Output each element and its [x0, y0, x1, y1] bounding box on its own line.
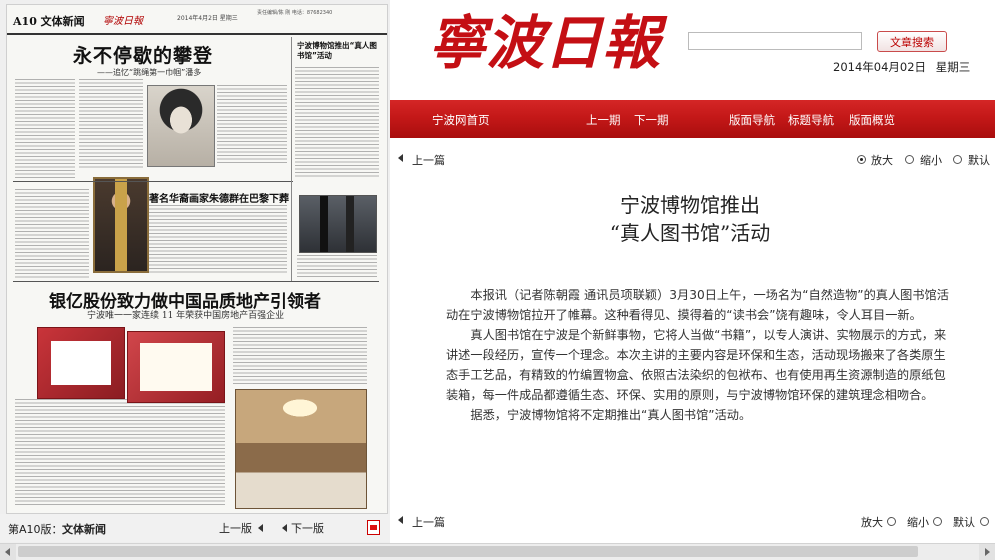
- scan-divider: [13, 281, 379, 282]
- scan-certificate-image: [37, 327, 125, 399]
- horizontal-scrollbar[interactable]: [0, 543, 995, 560]
- page-footer-bar: 第A10版： 文体新闻 上一版 下一版: [0, 514, 390, 542]
- article-title: 宁波博物馆推出 “真人图书馆”活动: [420, 191, 960, 247]
- zoom-in-label[interactable]: 放大: [861, 514, 883, 530]
- zoom-in-radio[interactable]: [857, 155, 866, 164]
- nav-prev-issue[interactable]: 上一期: [586, 112, 621, 128]
- scan-headline-painter[interactable]: 著名华裔画家朱德群在巴黎下葬: [149, 190, 289, 205]
- scan-text-block: [15, 79, 75, 179]
- article-toolbar-bottom: 上一篇 放大 缩小 默认: [390, 512, 995, 532]
- scan-text-block: [217, 85, 287, 165]
- scan-headline-main[interactable]: 永不停歇的攀登: [73, 41, 213, 68]
- scan-text-block: [79, 79, 143, 169]
- scan-mini-logo: 寧波日報: [103, 16, 143, 27]
- scan-section-label: A10 文体新闻: [13, 15, 85, 28]
- pdf-download-icon[interactable]: [367, 520, 380, 535]
- logo-text: 寧波日報: [428, 9, 668, 75]
- scroll-right-arrow-icon[interactable]: [979, 544, 995, 560]
- zoom-default-label[interactable]: 默认: [953, 514, 975, 530]
- article-paragraph: 本报讯（记者陈朝霞 通讯员项联颖）3月30日上午，一场名为“自然造物”的真人图书…: [446, 288, 949, 322]
- edition-name: 文体新闻: [62, 523, 106, 536]
- scan-divider: [13, 181, 293, 182]
- scroll-left-arrow-icon[interactable]: [0, 544, 16, 560]
- zoom-default-radio[interactable]: [953, 155, 962, 164]
- article-paragraph: 真人图书馆在宁波是个新鲜事物，它将人当做“书籍”，以专人演讲、实物展示的方式，来…: [446, 328, 947, 402]
- zoom-out-radio[interactable]: [905, 155, 914, 164]
- zoom-in-radio[interactable]: [887, 517, 896, 526]
- prev-article-arrow-icon[interactable]: [398, 516, 403, 524]
- article-title-line2: “真人图书馆”活动: [609, 221, 771, 245]
- issue-weekday: 星期三: [935, 60, 971, 74]
- newspaper-page-image[interactable]: A10 文体新闻 寧波日報 2014年4月2日 星期三 责任编辑/陈 刚 电话：…: [6, 4, 388, 514]
- prev-article-link[interactable]: 上一篇: [412, 152, 445, 168]
- issue-date: 2014年04月02日 星期三: [833, 59, 970, 75]
- next-page-arrow-icon[interactable]: [282, 524, 287, 532]
- scan-text-block: [295, 67, 379, 177]
- nav-title-navigation[interactable]: 标题导航: [788, 112, 834, 128]
- scan-dancers-photo: [299, 195, 377, 253]
- nav-next-issue[interactable]: 下一期: [634, 112, 669, 128]
- nav-home[interactable]: 宁波网首页: [432, 112, 490, 128]
- article-title-line1: 宁波博物馆推出: [620, 193, 760, 217]
- scan-certificate-image: [127, 331, 225, 403]
- prev-article-arrow-icon[interactable]: [398, 154, 403, 162]
- zoom-in-label[interactable]: 放大: [871, 152, 893, 168]
- scan-editor-line: 责任编辑/陈 刚 电话：87682340: [257, 10, 333, 16]
- scan-text-block: [15, 189, 89, 279]
- article-body: 本报讯（记者陈朝霞 通讯员项联颖）3月30日上午，一场名为“自然造物”的真人图书…: [446, 285, 950, 425]
- scan-date: 2014年4月2日 星期三: [177, 15, 238, 22]
- scan-text-block: [15, 399, 225, 507]
- zoom-out-label[interactable]: 缩小: [907, 514, 929, 530]
- scan-text-block: [233, 327, 367, 385]
- scan-text-block: [297, 255, 377, 279]
- zoom-default-radio[interactable]: [980, 517, 989, 526]
- next-page-link[interactable]: 下一版: [291, 520, 324, 536]
- page-scan-panel: A10 文体新闻 寧波日報 2014年4月2日 星期三 责任编辑/陈 刚 电话：…: [0, 0, 390, 560]
- scan-subhead-ad: 宁波唯一一家连续 11 年荣获中国房地产百强企业: [87, 311, 285, 321]
- scan-painting-photo: [93, 177, 149, 273]
- scan-headline-museum[interactable]: 宁波博物馆推出“真人图书馆”活动: [297, 41, 377, 61]
- prev-page-arrow-icon[interactable]: [258, 524, 263, 532]
- nav-page-overview[interactable]: 版面概览: [849, 112, 895, 128]
- zoom-out-label[interactable]: 缩小: [920, 152, 942, 168]
- newspaper-logo[interactable]: 寧波日報: [428, 3, 676, 75]
- prev-article-link[interactable]: 上一篇: [412, 514, 445, 530]
- search-input[interactable]: [688, 32, 862, 50]
- prev-page-link[interactable]: 上一版: [219, 520, 252, 536]
- scan-column-rule: [291, 37, 292, 281]
- nav-page-navigation[interactable]: 版面导航: [729, 112, 775, 128]
- scrollbar-thumb[interactable]: [18, 546, 918, 557]
- zoom-out-radio[interactable]: [933, 517, 942, 526]
- scan-portrait-photo: [147, 85, 215, 167]
- main-nav-bar: 宁波网首页 上一期 下一期 版面导航 标题导航 版面概览: [390, 100, 995, 138]
- scan-interior-photo: [235, 389, 367, 509]
- article-paragraph: 据悉，宁波博物馆将不定期推出“真人图书馆”活动。: [470, 408, 752, 422]
- zoom-default-label[interactable]: 默认: [968, 152, 990, 168]
- scan-text-block: [149, 205, 287, 275]
- edition-prefix: 第A10版：: [8, 523, 63, 536]
- article-toolbar-top: 上一篇 放大 缩小 默认: [390, 150, 995, 170]
- search-button[interactable]: 文章搜索: [877, 31, 947, 52]
- issue-date-value: 2014年04月02日: [833, 60, 927, 74]
- scan-subhead-main: ——追忆“跳绳第一巾帼”潘多: [97, 68, 202, 77]
- scan-header: A10 文体新闻 寧波日報 2014年4月2日 星期三 责任编辑/陈 刚 电话：…: [7, 5, 387, 35]
